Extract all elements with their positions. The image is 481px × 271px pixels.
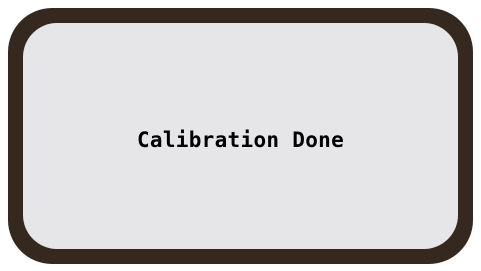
display-bezel: Calibration Done — [8, 8, 473, 264]
display-screen: Calibration Done — [23, 23, 458, 249]
status-message: Calibration Done — [136, 128, 345, 152]
